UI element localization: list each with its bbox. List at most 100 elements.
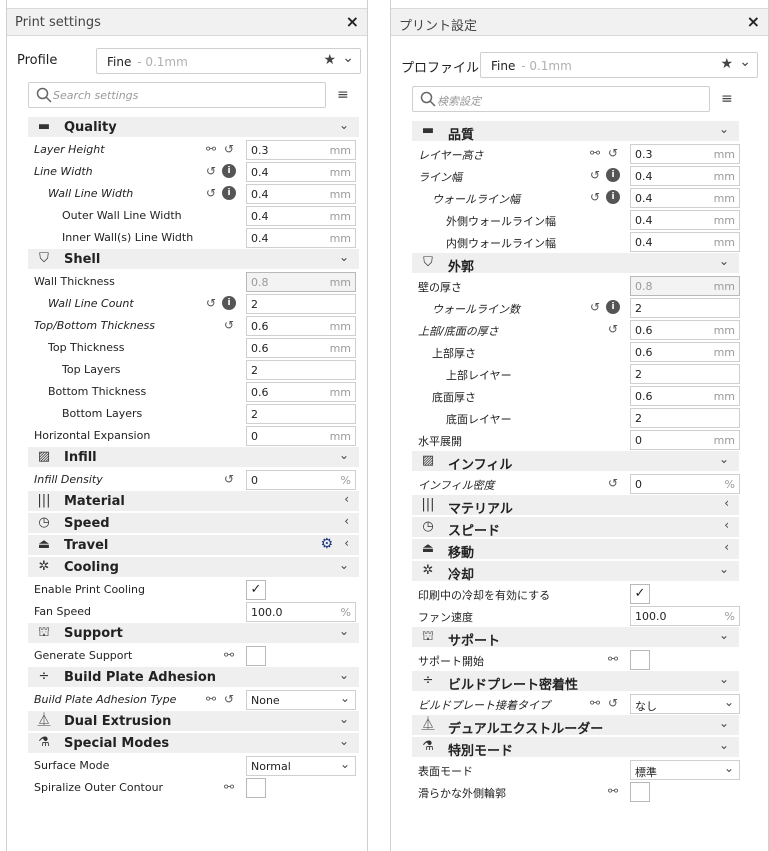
chevron-down-icon[interactable]: ⌄: [339, 734, 349, 748]
setting-value-field[interactable]: 0 mm: [246, 426, 356, 446]
setting-value-field[interactable]: 0.4 mm: [630, 166, 740, 186]
chevron-down-icon[interactable]: ⌄: [719, 562, 729, 576]
category-material[interactable]: ||| マテリアル ‹: [412, 495, 739, 517]
category-shell[interactable]: ⛉ 外郭 ⌄: [412, 253, 739, 275]
setting-value-field[interactable]: 0%: [246, 470, 356, 490]
category-quality[interactable]: ▬ Quality ⌄: [28, 117, 359, 137]
category-material[interactable]: ||| Material ‹: [28, 491, 359, 511]
chevron-down-icon[interactable]: ⌄: [719, 672, 729, 686]
star-icon[interactable]: ★: [323, 52, 336, 68]
setting-checkbox[interactable]: ✓: [246, 580, 266, 600]
setting-checkbox[interactable]: [246, 778, 266, 798]
reset-icon[interactable]: ↺: [222, 318, 236, 332]
category-travel[interactable]: ⏏ Travel ‹ ⚙: [28, 535, 359, 555]
category-travel[interactable]: ⏏ 移動 ‹: [412, 539, 739, 561]
chevron-left-icon[interactable]: ‹: [344, 514, 349, 528]
gear-icon[interactable]: ⚙: [320, 536, 333, 552]
setting-value-field[interactable]: 100.0%: [630, 606, 740, 626]
setting-dropdown[interactable]: Normal ⌄: [246, 756, 356, 776]
setting-value-field[interactable]: 2: [630, 408, 740, 428]
star-icon[interactable]: ★: [720, 56, 733, 72]
setting-value-field[interactable]: 2: [246, 404, 356, 424]
link-icon[interactable]: ⚯: [606, 652, 620, 666]
setting-dropdown[interactable]: 標準 ⌄: [630, 760, 740, 780]
link-icon[interactable]: ⚯: [606, 784, 620, 798]
reset-icon[interactable]: ↺: [588, 190, 602, 204]
category-quality[interactable]: ▬ 品質 ⌄: [412, 121, 739, 143]
setting-value-field[interactable]: 0.6 mm: [630, 320, 740, 340]
setting-dropdown[interactable]: なし ⌄: [630, 694, 740, 714]
setting-value-field[interactable]: 0.6 mm: [630, 386, 740, 406]
setting-value-field[interactable]: 0.4 mm: [630, 188, 740, 208]
setting-value-field[interactable]: 100.0%: [246, 602, 356, 622]
setting-value-field[interactable]: 0.6 mm: [246, 316, 356, 336]
chevron-down-icon[interactable]: ⌄: [719, 122, 729, 136]
category-infill[interactable]: ▨ Infill ⌄: [28, 447, 359, 467]
chevron-left-icon[interactable]: ‹: [344, 492, 349, 506]
link-icon[interactable]: ⚯: [588, 146, 602, 160]
chevron-down-icon[interactable]: ⌄: [339, 624, 349, 638]
profile-select[interactable]: Fine - 0.1mm ★ ⌄: [96, 48, 361, 74]
category-support[interactable]: ⛫ Support ⌄: [28, 623, 359, 643]
chevron-left-icon[interactable]: ‹: [724, 518, 729, 532]
setting-value-field[interactable]: 0.4 mm: [246, 162, 356, 182]
chevron-down-icon[interactable]: ⌄: [339, 668, 349, 682]
setting-value-field[interactable]: 0.6 mm: [630, 342, 740, 362]
reset-icon[interactable]: ↺: [606, 476, 620, 490]
setting-checkbox[interactable]: ✓: [630, 584, 650, 604]
category-speed[interactable]: ◷ スピード ‹: [412, 517, 739, 539]
category-shell[interactable]: ⛉ Shell ⌄: [28, 249, 359, 269]
profile-select[interactable]: Fine - 0.1mm ★ ⌄: [480, 52, 758, 78]
chevron-down-icon[interactable]: ⌄: [719, 254, 729, 268]
settings-menu-icon[interactable]: ≡: [721, 91, 733, 107]
setting-value-field[interactable]: 0.3 mm: [246, 140, 356, 160]
setting-value-field[interactable]: 0.6 mm: [246, 338, 356, 358]
category-cooling[interactable]: ✲ 冷却 ⌄: [412, 561, 739, 583]
category-special-modes[interactable]: ⚗ Special Modes ⌄: [28, 733, 359, 753]
link-icon[interactable]: ⚯: [222, 648, 236, 662]
setting-value-field[interactable]: 0%: [630, 474, 740, 494]
reset-icon[interactable]: ↺: [222, 472, 236, 486]
chevron-down-icon[interactable]: ⌄: [739, 54, 751, 70]
reset-icon[interactable]: ↺: [588, 300, 602, 314]
chevron-down-icon[interactable]: ⌄: [339, 712, 349, 726]
category-adhesion[interactable]: ÷ Build Plate Adhesion ⌄: [28, 667, 359, 687]
setting-value-field[interactable]: 0.4 mm: [246, 184, 356, 204]
setting-dropdown[interactable]: None ⌄: [246, 690, 356, 710]
chevron-down-icon[interactable]: ⌄: [719, 452, 729, 466]
chevron-down-icon[interactable]: ⌄: [719, 738, 729, 752]
setting-checkbox[interactable]: [630, 650, 650, 670]
chevron-left-icon[interactable]: ‹: [724, 496, 729, 510]
reset-icon[interactable]: ↺: [606, 696, 620, 710]
reset-icon[interactable]: ↺: [222, 142, 236, 156]
reset-icon[interactable]: ↺: [204, 296, 218, 310]
chevron-down-icon[interactable]: ⌄: [339, 558, 349, 572]
chevron-down-icon[interactable]: ⌄: [719, 628, 729, 642]
chevron-left-icon[interactable]: ‹: [344, 536, 349, 550]
chevron-down-icon[interactable]: ⌄: [339, 118, 349, 132]
chevron-down-icon[interactable]: ⌄: [339, 250, 349, 264]
close-icon[interactable]: ×: [346, 12, 359, 31]
category-dual-extrusion[interactable]: ⏅ デュアルエクストルーダー ⌄: [412, 715, 739, 737]
setting-checkbox[interactable]: [246, 646, 266, 666]
setting-value-field[interactable]: 0.4 mm: [246, 206, 356, 226]
setting-value-field[interactable]: 2: [630, 298, 740, 318]
reset-icon[interactable]: ↺: [588, 168, 602, 182]
link-icon[interactable]: ⚯: [204, 692, 218, 706]
setting-value-field[interactable]: 0.6 mm: [246, 382, 356, 402]
category-cooling[interactable]: ✲ Cooling ⌄: [28, 557, 359, 577]
reset-icon[interactable]: ↺: [204, 164, 218, 178]
setting-value-field[interactable]: 0.3 mm: [630, 144, 740, 164]
search-input[interactable]: Search settings: [28, 82, 326, 108]
setting-value-field[interactable]: 0.4 mm: [246, 228, 356, 248]
chevron-down-icon[interactable]: ⌄: [339, 448, 349, 462]
link-icon[interactable]: ⚯: [588, 696, 602, 710]
reset-icon[interactable]: ↺: [606, 322, 620, 336]
setting-value-field[interactable]: 2: [246, 360, 356, 380]
setting-value-field[interactable]: 0.4 mm: [630, 232, 740, 252]
setting-value-field[interactable]: 2: [246, 294, 356, 314]
category-dual-extrusion[interactable]: ⏅ Dual Extrusion ⌄: [28, 711, 359, 731]
chevron-left-icon[interactable]: ‹: [724, 540, 729, 554]
setting-checkbox[interactable]: [630, 782, 650, 802]
category-support[interactable]: ⛫ サポート ⌄: [412, 627, 739, 649]
